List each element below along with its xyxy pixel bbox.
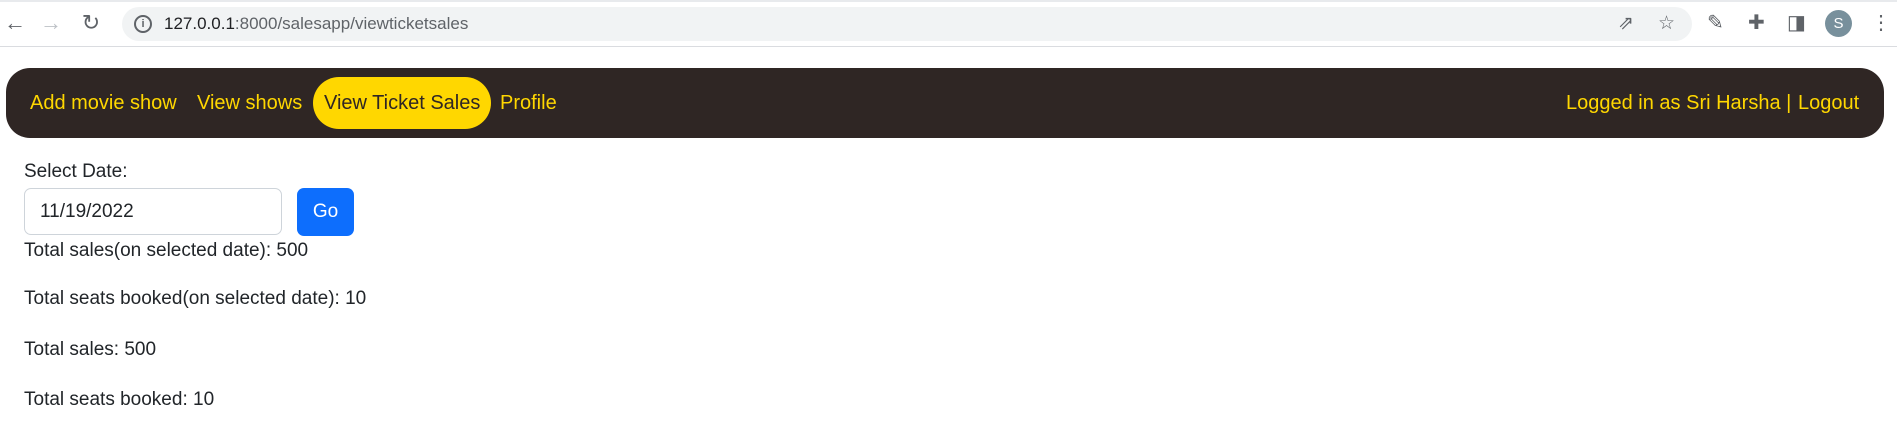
nav-view-shows[interactable]: View shows bbox=[197, 68, 302, 138]
eyedropper-icon[interactable]: ✎ bbox=[1707, 10, 1724, 35]
total-seats-booked: Total seats booked: 10 bbox=[24, 389, 215, 410]
logout-link[interactable]: Logout bbox=[1798, 68, 1859, 138]
browser-toolbar: ← → ↻ i 127.0.0.1:8000/salesapp/viewtick… bbox=[0, 0, 1897, 47]
url-text: 127.0.0.1:8000/salesapp/viewticketsales bbox=[164, 14, 468, 34]
url-path: :8000/salesapp/viewticketsales bbox=[234, 14, 469, 33]
go-button[interactable]: Go bbox=[297, 188, 354, 236]
total-sales-selected-date: Total sales(on selected date): 500 bbox=[24, 240, 309, 261]
navbar: Add movie show View shows View Ticket Sa… bbox=[6, 68, 1884, 138]
address-bar[interactable]: i 127.0.0.1:8000/salesapp/viewticketsale… bbox=[122, 7, 1692, 41]
nav-add-movie-show[interactable]: Add movie show bbox=[30, 68, 177, 138]
back-icon[interactable]: ← bbox=[2, 10, 28, 36]
side-panel-icon[interactable]: ◨ bbox=[1787, 10, 1806, 35]
total-seats-selected-date: Total seats booked(on selected date): 10 bbox=[24, 288, 367, 309]
menu-kebab-icon[interactable]: ⋮ bbox=[1871, 10, 1891, 35]
url-host: 127.0.0.1 bbox=[164, 14, 235, 33]
total-sales: Total sales: 500 bbox=[24, 339, 157, 360]
profile-avatar[interactable]: S bbox=[1825, 10, 1852, 37]
site-info-icon[interactable]: i bbox=[134, 15, 152, 33]
reload-icon[interactable]: ↻ bbox=[78, 10, 104, 36]
date-input[interactable]: 11/19/2022 bbox=[24, 188, 282, 235]
extensions-icon[interactable]: ✚ bbox=[1748, 10, 1765, 35]
logged-in-user: Logged in as Sri Harsha | bbox=[1566, 92, 1792, 114]
share-icon[interactable]: ⇗ bbox=[1618, 12, 1634, 35]
nav-profile[interactable]: Profile bbox=[500, 68, 557, 138]
nav-view-ticket-sales[interactable]: View Ticket Sales bbox=[313, 77, 492, 129]
tab-strip-edge bbox=[0, 0, 1897, 2]
select-date-label: Select Date: bbox=[24, 161, 128, 182]
bookmark-star-icon[interactable]: ☆ bbox=[1658, 12, 1675, 35]
forward-icon[interactable]: → bbox=[38, 10, 64, 36]
